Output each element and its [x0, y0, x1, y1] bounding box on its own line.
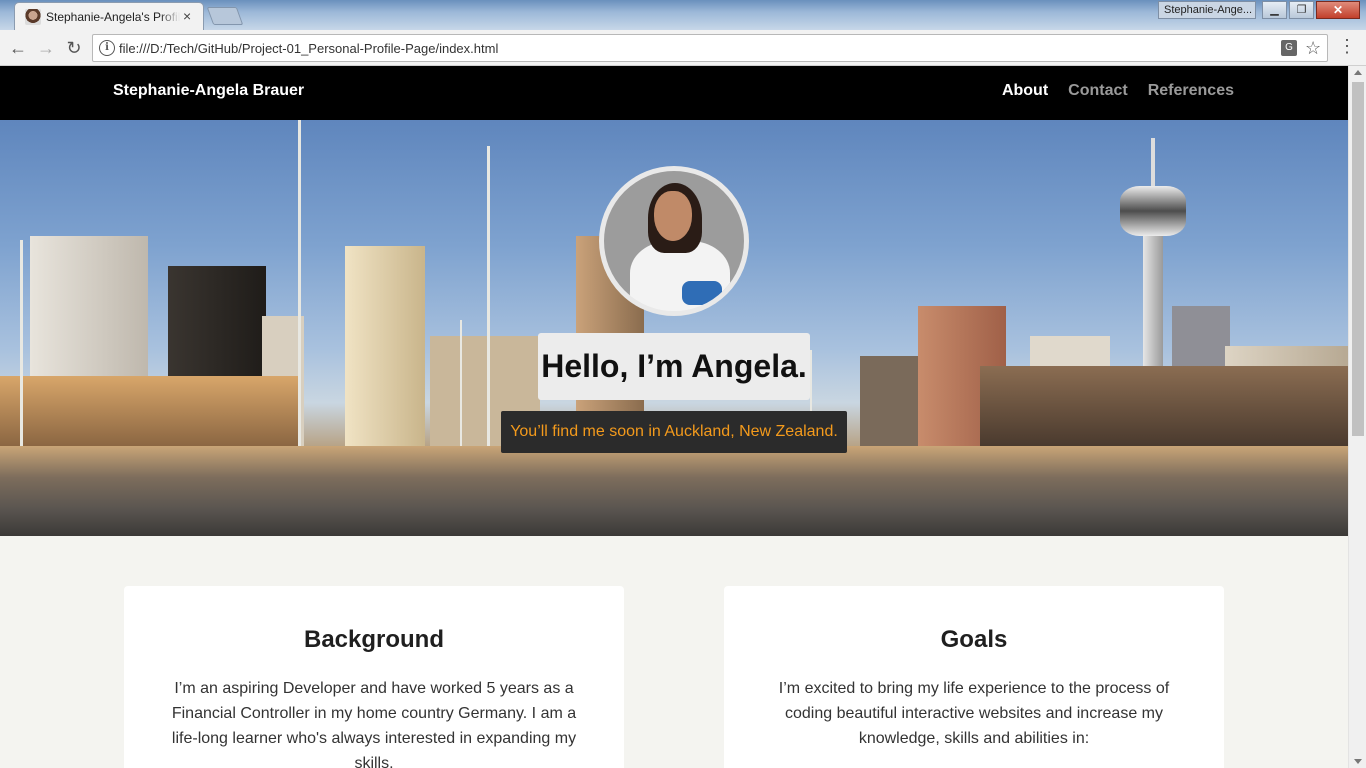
card-text: I’m an aspiring Developer and have worke… — [171, 680, 577, 768]
background-card: Background I’m an aspiring Developer and… — [124, 586, 624, 768]
browser-titlebar: Stephanie-Angela's Profile × Stephanie-A… — [0, 0, 1366, 30]
profile-favicon-icon — [25, 9, 41, 25]
window-title-label: Stephanie-Ange... — [1158, 1, 1256, 19]
hero-banner: Hello, I’m Angela. You’ll find me soon i… — [0, 120, 1348, 536]
tagline-text: You’ll find me soon in Auckland, New Zea… — [510, 423, 838, 440]
avatar-jeans — [682, 281, 722, 305]
goals-card: Goals I’m excited to bring my life exper… — [724, 586, 1224, 768]
browser-toolbar: ← → ↻ i file:///D:/Tech/GitHub/Project-0… — [0, 30, 1366, 66]
avatar-face — [654, 191, 692, 241]
tab-title: Stephanie-Angela's Profile — [46, 10, 180, 24]
site-brand[interactable]: Stephanie-Angela Brauer — [113, 82, 304, 100]
site-navbar: Stephanie-Angela Brauer About Contact Re… — [0, 66, 1348, 120]
browser-menu-icon[interactable]: ⋮ — [1338, 36, 1356, 57]
forward-arrow-icon[interactable]: → — [34, 36, 58, 60]
waterfront-buildings — [0, 376, 300, 446]
restore-button[interactable]: ❐ — [1289, 1, 1314, 19]
back-arrow-icon[interactable]: ← — [6, 36, 30, 60]
page-viewport: Stephanie-Angela Brauer About Contact Re… — [0, 66, 1348, 768]
waterfront-buildings — [980, 366, 1348, 446]
reload-icon[interactable]: ↻ — [62, 36, 86, 60]
nav-link-about[interactable]: About — [1002, 82, 1048, 100]
harbour-water — [0, 446, 1348, 536]
new-tab-button[interactable] — [206, 7, 244, 25]
sky-tower-pod — [1120, 186, 1186, 236]
tab-close-icon[interactable]: × — [183, 8, 191, 24]
url-text[interactable]: file:///D:/Tech/GitHub/Project-01_Person… — [119, 41, 498, 56]
card-text: I’m excited to bring my life experience … — [778, 680, 1170, 747]
scroll-down-arrow-icon[interactable] — [1354, 759, 1362, 764]
card-title: Background — [303, 626, 444, 653]
profile-avatar — [599, 166, 749, 316]
tagline-box: You’ll find me soon in Auckland, New Zea… — [501, 411, 847, 453]
scroll-up-arrow-icon[interactable] — [1354, 70, 1362, 75]
minimize-button[interactable]: ▁ — [1262, 1, 1287, 19]
vertical-scrollbar[interactable] — [1348, 66, 1366, 768]
bookmark-star-icon[interactable]: ☆ — [1305, 38, 1321, 59]
translate-icon[interactable]: G — [1281, 40, 1297, 56]
nav-links: About Contact References — [1002, 82, 1234, 100]
building — [345, 246, 425, 446]
card-title: Goals — [940, 626, 1008, 653]
browser-tab[interactable]: Stephanie-Angela's Profile × — [14, 2, 204, 30]
sky-tower-spire — [1151, 138, 1155, 186]
nav-link-contact[interactable]: Contact — [1068, 82, 1128, 100]
nav-link-references[interactable]: References — [1148, 82, 1234, 100]
greeting-heading: Hello, I’m Angela. — [541, 348, 807, 384]
info-icon[interactable]: i — [99, 40, 115, 56]
scroll-thumb[interactable] — [1352, 82, 1364, 436]
address-bar[interactable]: i file:///D:/Tech/GitHub/Project-01_Pers… — [92, 34, 1328, 62]
greeting-box: Hello, I’m Angela. — [538, 333, 810, 400]
building — [860, 356, 920, 446]
close-window-button[interactable]: ✕ — [1316, 1, 1360, 19]
